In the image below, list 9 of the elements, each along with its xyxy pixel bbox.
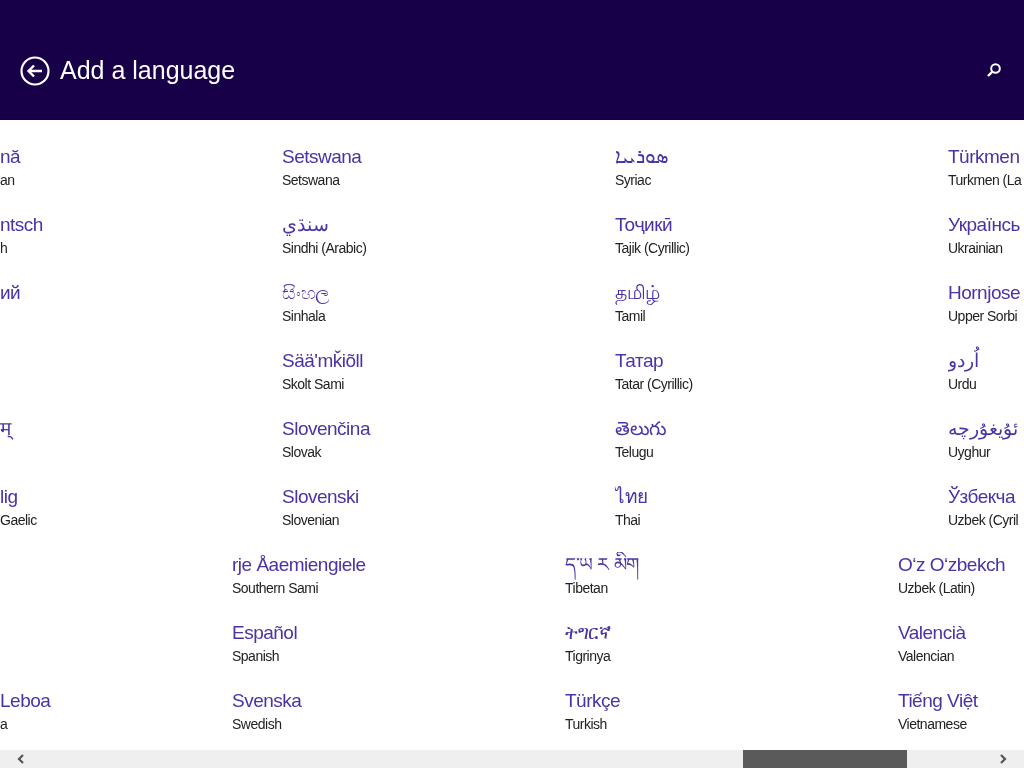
language-name[interactable]: ий xyxy=(0,275,21,311)
back-icon[interactable] xyxy=(20,56,50,86)
scrollbar-thumb[interactable] xyxy=(743,750,907,768)
language-english-name: Thai xyxy=(615,511,641,530)
scroll-right-icon[interactable] xyxy=(997,753,1009,765)
page-title: Add a language xyxy=(60,55,237,86)
language-english-name: Tibetan xyxy=(565,580,608,598)
search-icon[interactable] xyxy=(986,62,1002,78)
scroll-left-icon[interactable] xyxy=(15,753,27,765)
